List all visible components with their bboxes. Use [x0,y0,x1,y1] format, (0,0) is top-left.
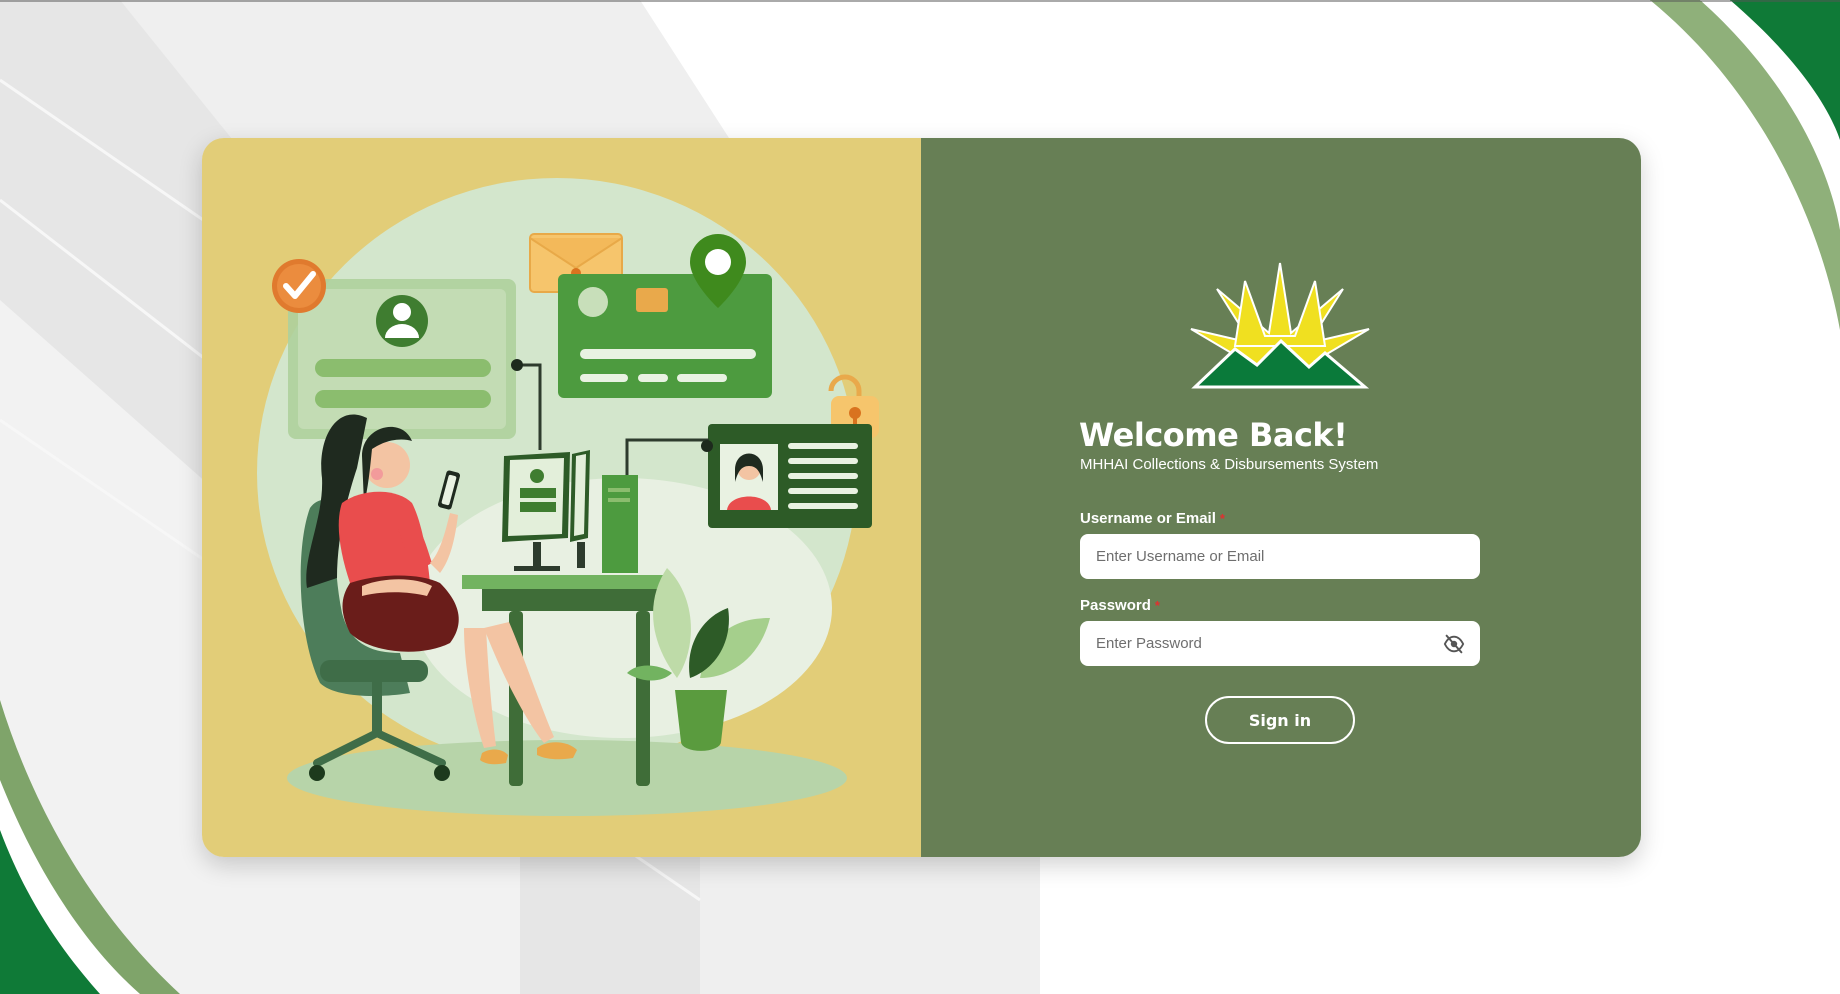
username-input[interactable] [1080,534,1480,579]
required-marker: * [1154,598,1160,613]
password-label-text: Password [1080,597,1151,614]
sunburst-mountain-logo [1190,262,1370,389]
eye-slash-icon[interactable] [1443,633,1465,655]
login-card: Welcome Back! MHHAI Collections & Disbur… [202,138,1641,857]
system-subtitle: MHHAI Collections & Disbursements System [1080,456,1379,473]
password-label: Password * [1080,597,1160,614]
illustration-panel [202,138,921,857]
login-panel: Welcome Back! MHHAI Collections & Disbur… [921,138,1641,857]
page-title: Welcome Back! [1079,416,1348,454]
woman-at-computer-illustration [257,178,879,816]
sign-in-button[interactable]: Sign in [1205,696,1355,744]
required-marker: * [1219,511,1225,526]
password-input[interactable] [1080,621,1480,666]
username-label-text: Username or Email [1080,510,1216,527]
username-label: Username or Email * [1080,510,1225,527]
